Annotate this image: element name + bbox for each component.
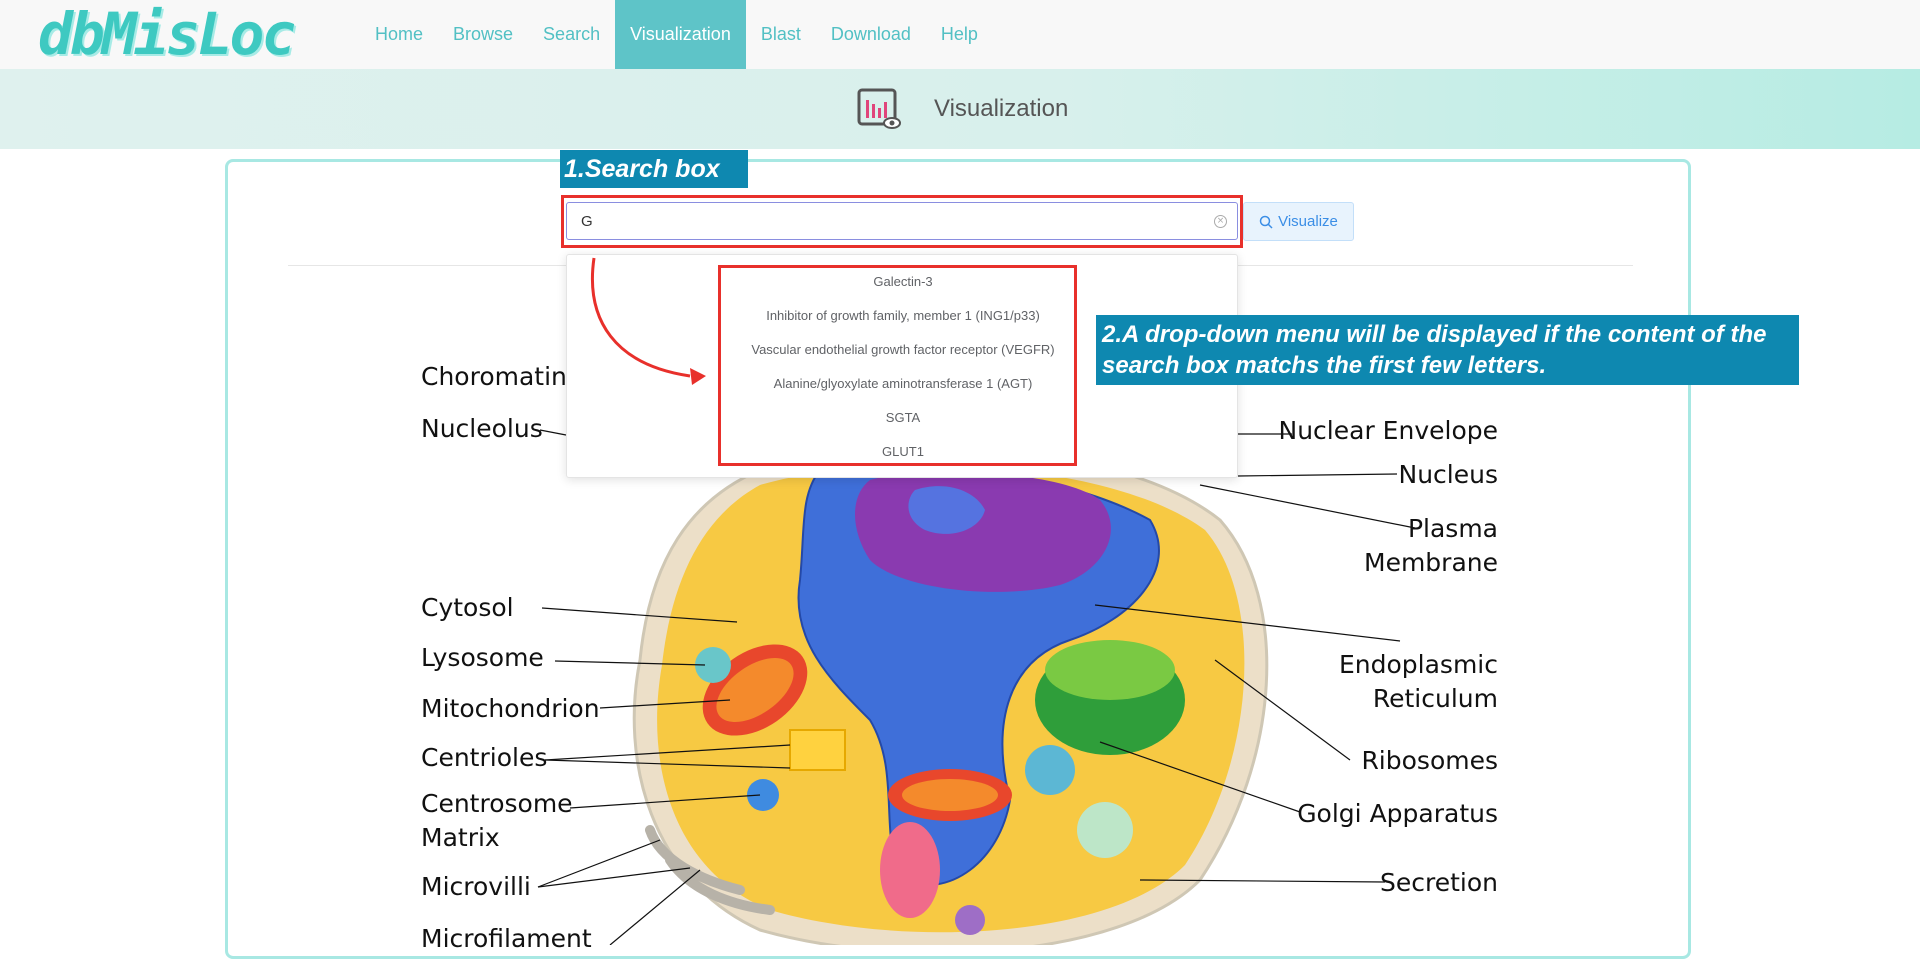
annotation-arrow — [591, 257, 706, 385]
